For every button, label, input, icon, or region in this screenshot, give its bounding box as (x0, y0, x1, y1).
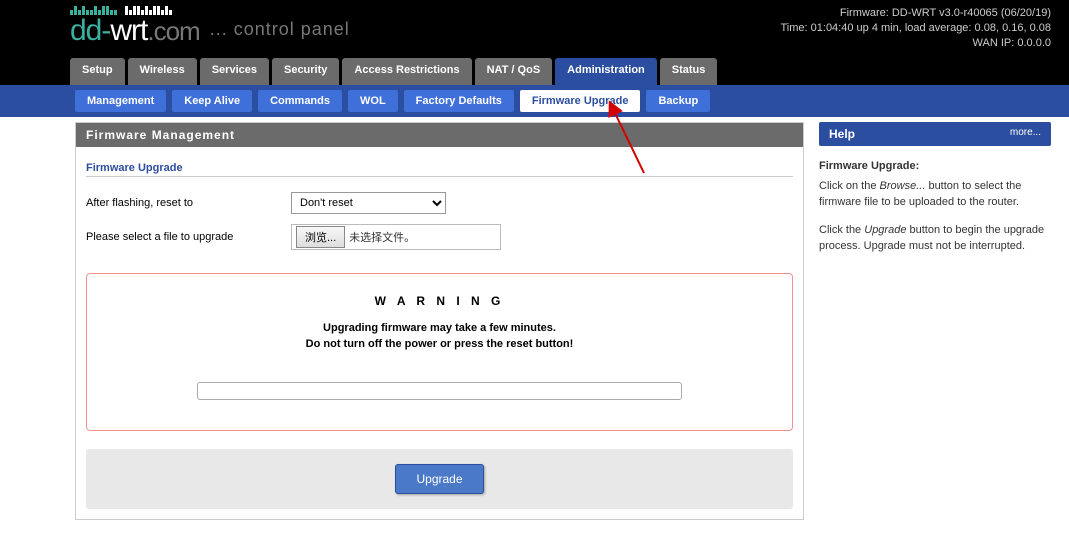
warning-title: W A R N I N G (102, 294, 777, 308)
file-status-text: 未选择文件。 (349, 229, 415, 245)
subtab-firmware-upgrade[interactable]: Firmware Upgrade (520, 90, 641, 112)
upgrade-button[interactable]: Upgrade (395, 464, 483, 494)
tab-security[interactable]: Security (272, 58, 339, 85)
tab-nat-qos[interactable]: NAT / QoS (475, 58, 553, 85)
help-content: Firmware Upgrade: Click on the Browse...… (819, 146, 1051, 254)
tab-access-restrictions[interactable]: Access Restrictions (342, 58, 471, 85)
uptime-load: Time: 01:04:40 up 4 min, load average: 0… (781, 21, 1052, 36)
help-more-link[interactable]: more... (1010, 127, 1041, 141)
button-bar: Upgrade (86, 449, 793, 509)
section-title: Firmware Management (76, 123, 803, 147)
tab-status[interactable]: Status (660, 58, 718, 85)
wan-ip: WAN IP: 0.0.0.0 (781, 36, 1052, 51)
progress-bar (197, 382, 682, 400)
tab-services[interactable]: Services (200, 58, 269, 85)
subtab-backup[interactable]: Backup (646, 90, 710, 112)
fieldset-title: Firmware Upgrade (86, 162, 793, 177)
subtab-factory-defaults[interactable]: Factory Defaults (404, 90, 514, 112)
browse-button[interactable]: 浏览... (296, 226, 345, 248)
select-file-label: Please select a file to upgrade (86, 231, 291, 243)
help-section-title: Firmware Upgrade: (819, 158, 1051, 174)
subtab-wol[interactable]: WOL (348, 90, 398, 112)
tab-setup[interactable]: Setup (70, 58, 125, 85)
help-header: Help more... (819, 122, 1051, 146)
logo: dd-wrt.com (70, 14, 200, 48)
subtab-commands[interactable]: Commands (258, 90, 342, 112)
status-info: Firmware: DD-WRT v3.0-r40065 (06/20/19) … (781, 0, 1052, 58)
tab-wireless[interactable]: Wireless (128, 58, 197, 85)
subtab-keep-alive[interactable]: Keep Alive (172, 90, 252, 112)
help-title: Help (829, 127, 855, 141)
subtab-management[interactable]: Management (75, 90, 166, 112)
after-flash-label: After flashing, reset to (86, 197, 291, 209)
file-input[interactable]: 浏览... 未选择文件。 (291, 224, 501, 250)
main-tabs: SetupWirelessServicesSecurityAccess Rest… (0, 58, 1069, 85)
tab-administration[interactable]: Administration (555, 58, 657, 85)
logo-tick-marks (70, 4, 172, 15)
after-flash-select[interactable]: Don't reset (291, 192, 446, 214)
sub-tabs: Management Keep Alive Commands WOL Factory D… (0, 85, 1069, 117)
control-panel-label: ... control panel (210, 19, 350, 48)
firmware-version: Firmware: DD-WRT v3.0-r40065 (06/20/19) (781, 6, 1052, 21)
warning-box: W A R N I N G Upgrading firmware may tak… (86, 273, 793, 431)
warning-text: Upgrading firmware may take a few minute… (102, 320, 777, 352)
